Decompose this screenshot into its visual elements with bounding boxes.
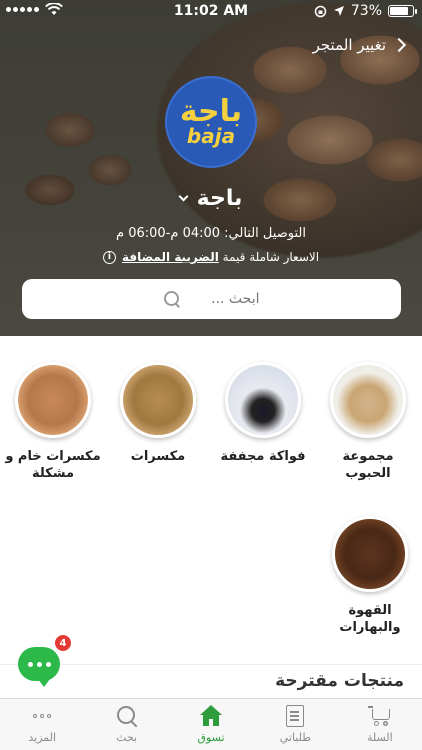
change-store-button[interactable]: تغيير المتجر bbox=[312, 36, 407, 54]
logo-arabic-text: باجة bbox=[179, 94, 243, 129]
search-bar[interactable] bbox=[22, 279, 401, 319]
tax-note: i الاسعار شاملة قيمة الضريبة المضافة bbox=[0, 250, 422, 264]
store-logo: باجة baja bbox=[165, 76, 257, 168]
info-icon[interactable]: i bbox=[102, 250, 116, 264]
chevron-down-icon bbox=[178, 191, 189, 202]
location-arrow-icon bbox=[333, 6, 344, 16]
vat-link[interactable]: الضريبة المضافة bbox=[122, 250, 219, 264]
search-icon bbox=[163, 291, 180, 307]
store-selector[interactable]: باجة bbox=[0, 186, 422, 211]
chat-badge: 4 bbox=[54, 634, 72, 652]
chat-button[interactable] bbox=[18, 647, 60, 687]
chevron-right-icon bbox=[391, 37, 407, 53]
battery-percent: 73% bbox=[350, 3, 382, 19]
battery-icon bbox=[388, 5, 417, 17]
tax-note-prefix: الاسعار شاملة قيمة bbox=[222, 250, 320, 264]
orientation-lock-icon bbox=[314, 5, 327, 17]
change-store-label: تغيير المتجر bbox=[312, 36, 386, 54]
store-name: باجة bbox=[196, 186, 243, 211]
status-right-indicators: 73% bbox=[314, 3, 417, 19]
search-input[interactable] bbox=[189, 291, 260, 307]
status-bar: 11:02 AM 73% bbox=[0, 0, 422, 24]
next-delivery-text: التوصيل التالي: 04:00 م-06:00 م bbox=[116, 226, 306, 241]
logo-english-text: baja bbox=[186, 124, 236, 148]
